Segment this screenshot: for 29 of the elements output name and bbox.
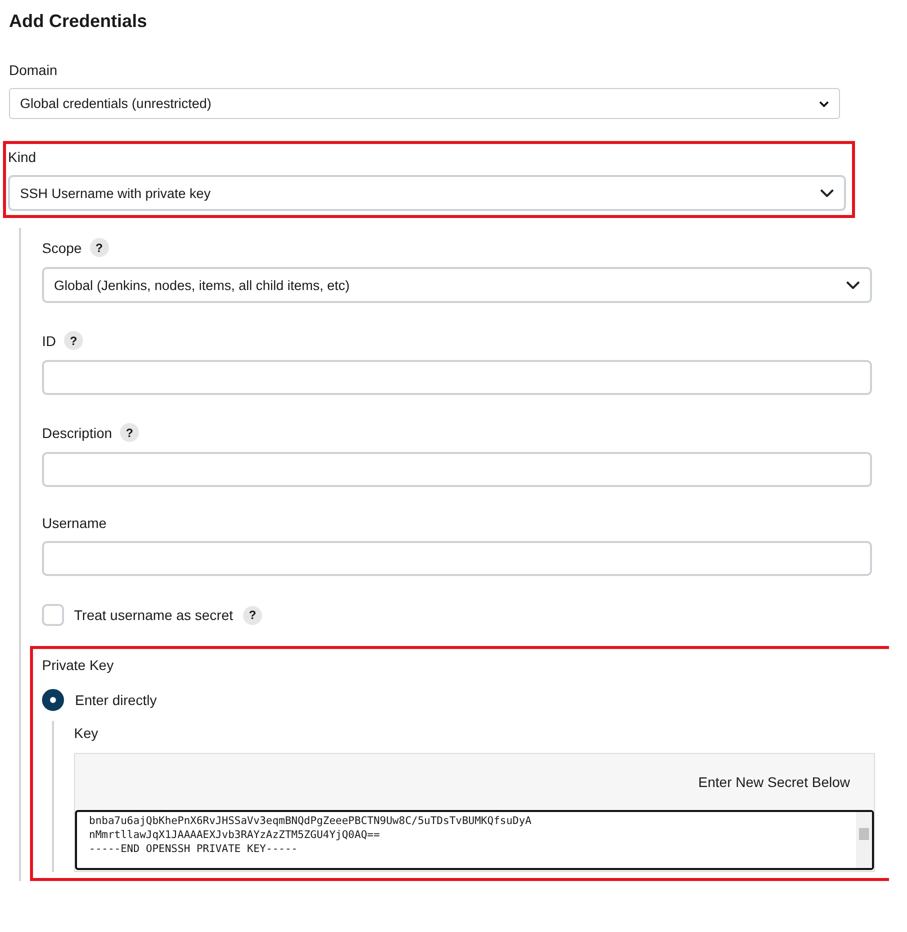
field-label: Scope xyxy=(42,240,82,256)
help-button[interactable]: ? xyxy=(64,331,83,350)
help-button[interactable]: ? xyxy=(243,606,262,624)
kind-select[interactable]: SSH Username with private key xyxy=(8,175,846,211)
text-field[interactable] xyxy=(42,541,872,576)
field-label: Description xyxy=(42,424,112,440)
domain-select[interactable]: Global credentials (unrestricted) xyxy=(9,88,840,119)
page-title: Add Credentials xyxy=(9,11,148,32)
field-label: Username xyxy=(42,515,107,531)
field-label: Key xyxy=(74,725,100,741)
checkbox[interactable] xyxy=(42,604,64,626)
text-field[interactable] xyxy=(42,452,872,487)
secret-note: Enter New Secret Below xyxy=(698,774,850,790)
caret-icon xyxy=(846,281,860,289)
section-label: Private Key xyxy=(42,657,115,673)
help-button[interactable]: ? xyxy=(120,423,140,442)
help-button[interactable]: ? xyxy=(90,238,109,257)
scrollbar[interactable] xyxy=(856,812,872,868)
radio-label[interactable]: Enter directly xyxy=(75,692,157,708)
radio-button[interactable] xyxy=(42,689,64,711)
scope-select[interactable]: Global (Jenkins, nodes, items, all child items, etc) xyxy=(42,267,872,303)
key-textarea[interactable]: bnba7u6ajQbKhePnX6RvJHSSaVv3eqmBNQdPgZeeePBCTN9Uw8C/5uTDsTvBUMKQfsuDyA nMmrtllawJqX1JAAAAEXJvb3RAYzAzZTM5ZGU4YjQ0AQ== -----END OPENSSH PRIVATE KEY----- xyxy=(75,810,874,870)
checkbox-label[interactable]: Treat username as secret xyxy=(74,607,233,623)
caret-icon xyxy=(819,100,829,106)
field-label: Kind xyxy=(8,149,38,165)
field-label: Domain xyxy=(9,62,58,78)
field-label: ID xyxy=(42,332,56,348)
text-field[interactable] xyxy=(42,360,872,395)
caret-icon xyxy=(820,189,834,197)
